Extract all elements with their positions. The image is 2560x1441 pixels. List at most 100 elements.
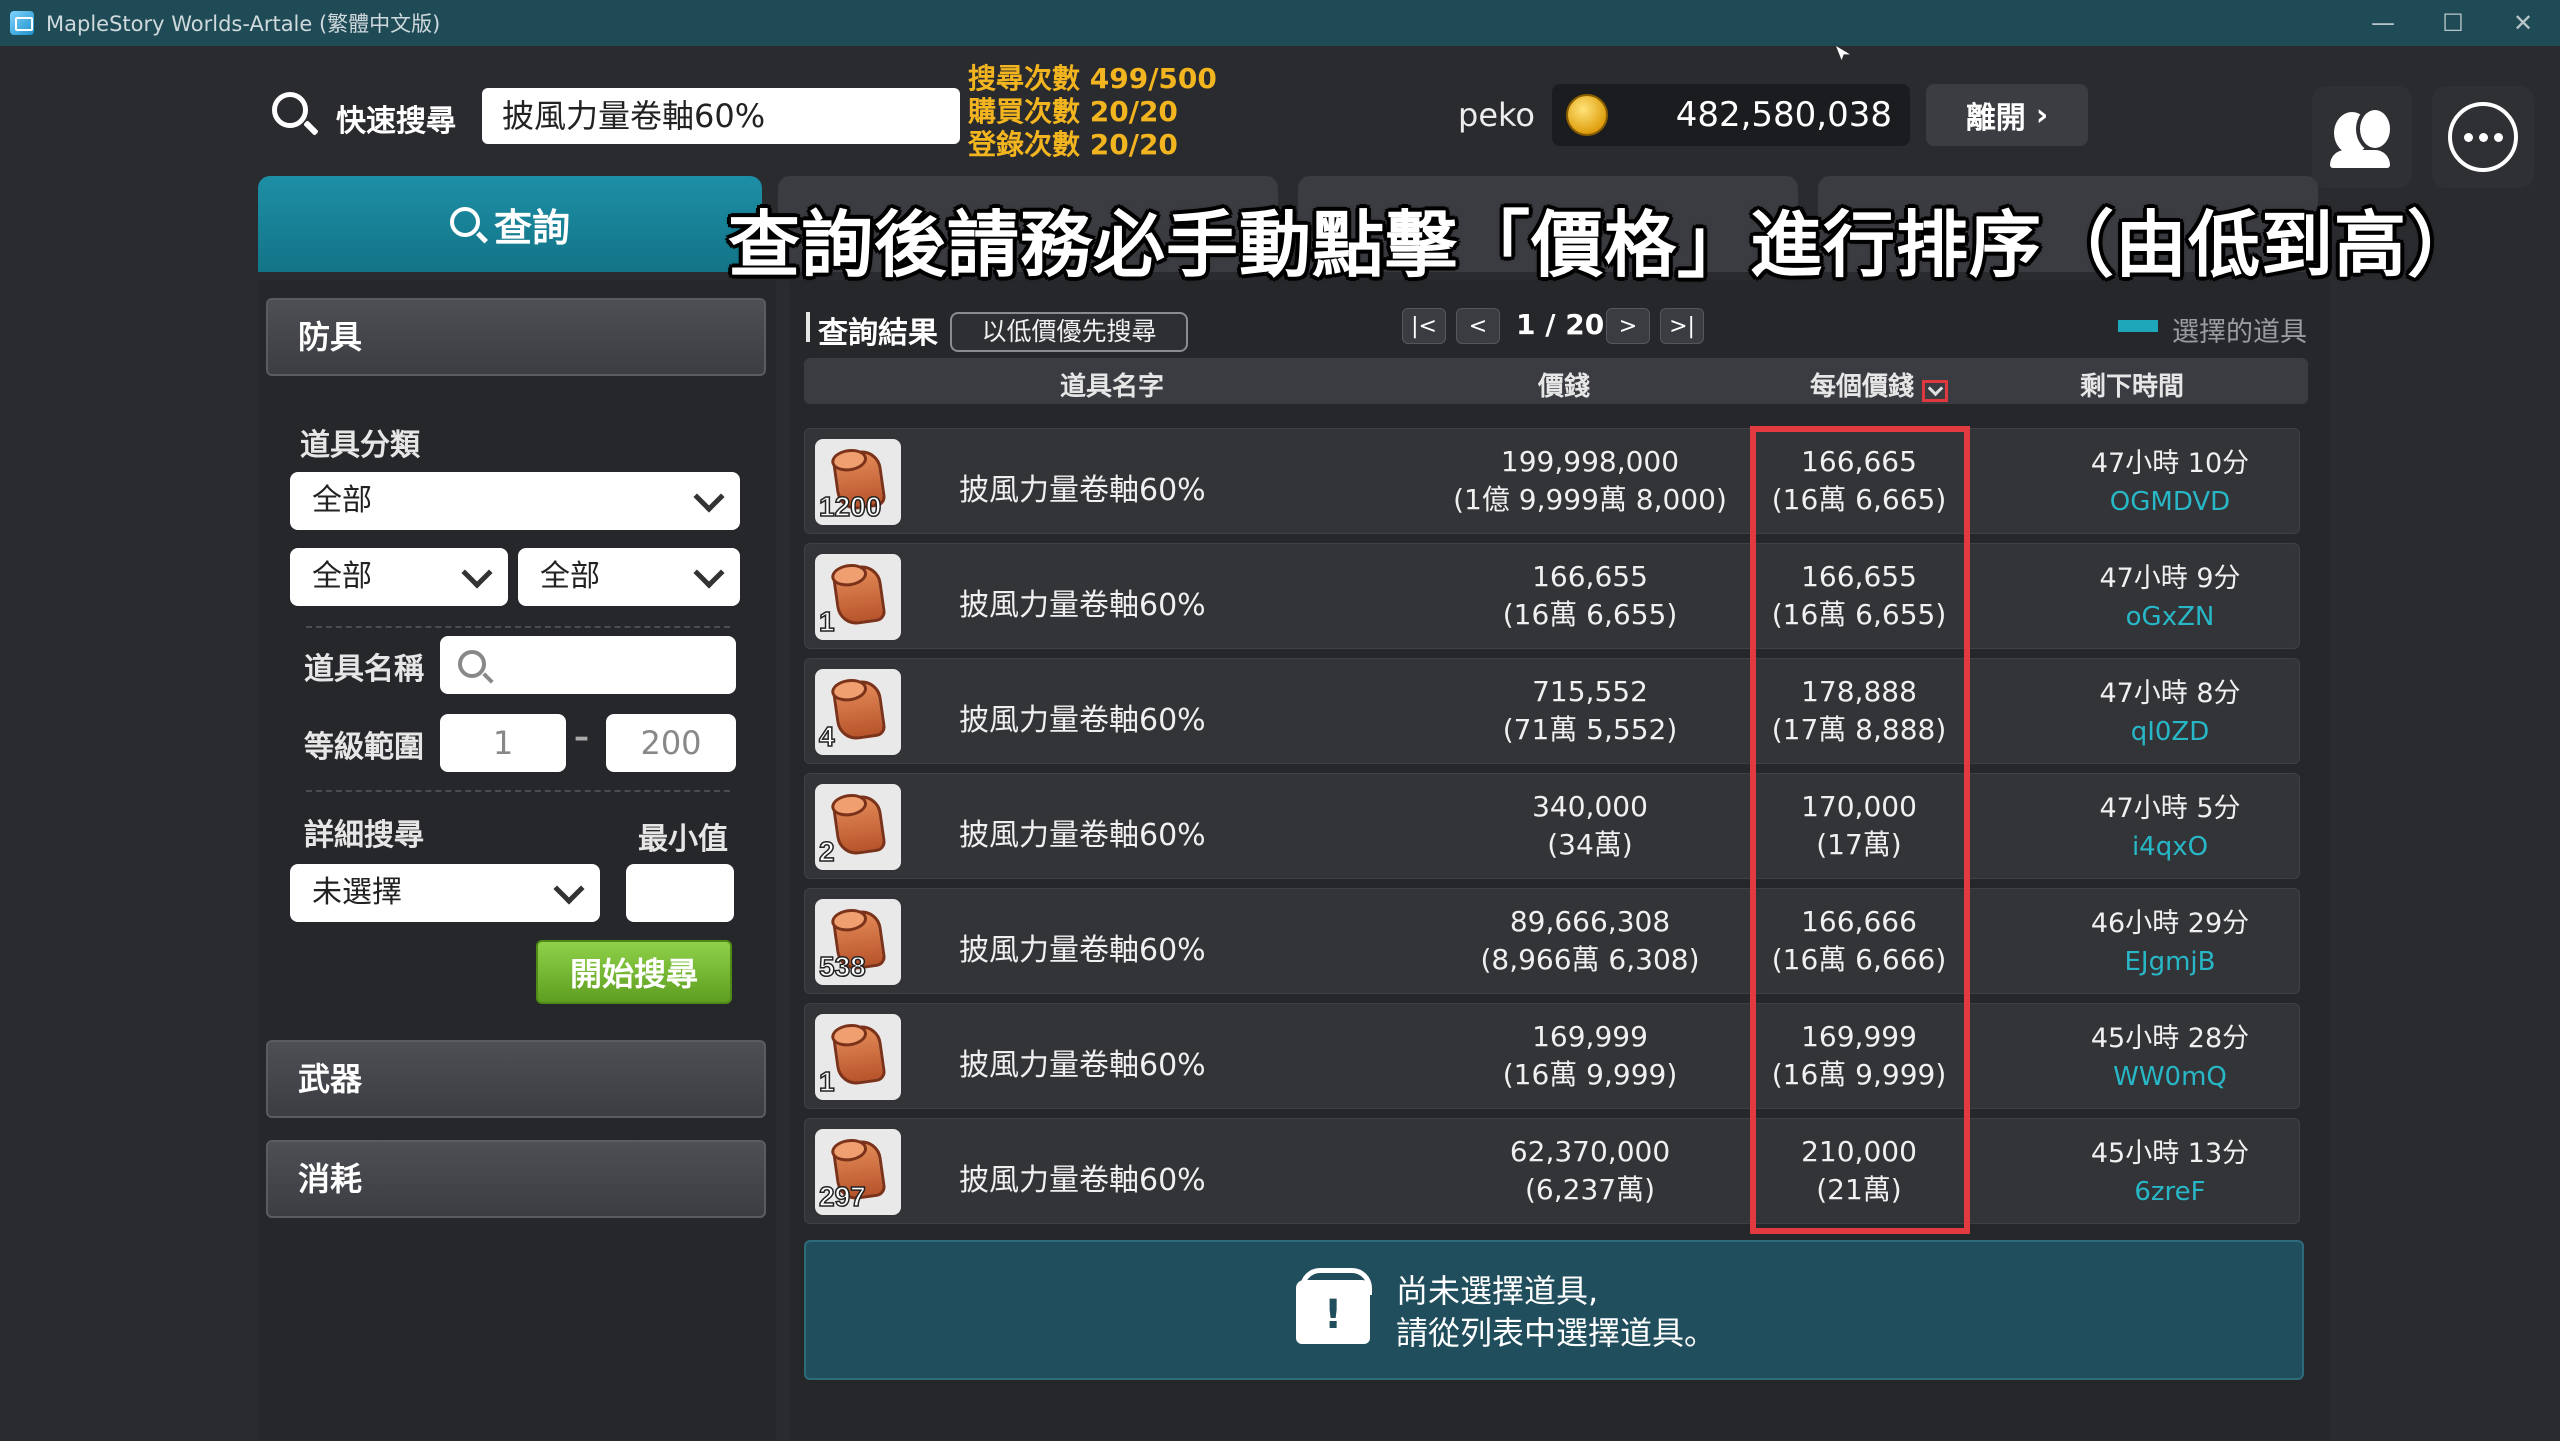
column-price[interactable]: 價錢 xyxy=(1538,366,1590,403)
time-left: 47小時 5分 xyxy=(2099,793,2241,824)
time-left: 47小時 10分 xyxy=(2090,448,2250,479)
table-row[interactable]: 1 披風力量卷軸60% 166,655 (16萬 6,655) 166,655 (16萬 … xyxy=(804,543,2300,649)
detail-option-select[interactable]: 未選擇 xyxy=(290,864,600,922)
low-price-first-button[interactable]: 以低價優先搜尋 xyxy=(950,312,1188,352)
time-cell: 45小時 28分 WW0mQ xyxy=(2045,1020,2295,1096)
leave-button[interactable]: 離開 › xyxy=(1926,84,2088,146)
subcategory-select-2[interactable]: 全部 xyxy=(518,548,740,606)
time-left: 45小時 13分 xyxy=(2090,1138,2250,1169)
first-page-button[interactable]: |< xyxy=(1402,308,1446,344)
minimize-button[interactable]: — xyxy=(2348,0,2418,46)
ellipsis-dot xyxy=(2463,132,2473,142)
item-quantity: 1200 xyxy=(818,490,882,523)
quick-search-label: 快速搜尋 xyxy=(336,104,456,139)
username: peko xyxy=(1458,96,1535,134)
price-readable: (16萬 6,655) xyxy=(1502,598,1678,631)
category-select[interactable]: 全部 xyxy=(290,472,740,530)
min-value-label: 最小值 xyxy=(638,822,728,857)
table-row[interactable]: 2 披風力量卷軸60% 340,000 (34萬) 170,000 (17萬) 47小時 5… xyxy=(804,773,2300,879)
item-quantity: 1 xyxy=(818,1065,835,1098)
table-row[interactable]: 1200 披風力量卷軸60% 199,998,000 (1億 9,999萬 8,000… xyxy=(804,428,2300,534)
category-armor-header[interactable]: 防具 xyxy=(266,298,766,376)
last-page-button[interactable]: >| xyxy=(1660,308,1704,344)
price-readable: (1億 9,999萬 8,000) xyxy=(1453,483,1727,516)
purchase-count: 購買次數 20/20 xyxy=(968,95,1178,128)
register-count: 登錄次數 20/20 xyxy=(968,128,1178,161)
subcategory-1-value: 全部 xyxy=(312,559,372,594)
item-name: 披風力量卷軸60% xyxy=(959,818,1206,853)
item-name: 披風力量卷軸60% xyxy=(959,933,1206,968)
more-options-button[interactable] xyxy=(2432,86,2534,188)
scroll-item-icon: 2 xyxy=(815,784,901,870)
selected-legend-swatch xyxy=(2118,320,2158,332)
friends-button[interactable] xyxy=(2312,86,2412,188)
time-cell: 45小時 13分 6zreF xyxy=(2045,1135,2295,1211)
scroll-item-icon: 4 xyxy=(815,669,901,755)
scroll-icon xyxy=(831,562,887,628)
tab-search[interactable]: 查詢 xyxy=(258,176,762,272)
next-page-button[interactable]: > xyxy=(1606,308,1650,344)
column-name[interactable]: 道具名字 xyxy=(1060,366,1164,403)
level-range-dash: – xyxy=(574,720,589,755)
time-left: 47小時 9分 xyxy=(2099,563,2241,594)
time-left: 46小時 29分 xyxy=(2090,908,2250,939)
warning-mark: ! xyxy=(1324,1292,1343,1338)
item-quantity: 538 xyxy=(818,950,866,983)
prev-page-button[interactable]: < xyxy=(1456,308,1500,344)
category-weapon-header[interactable]: 武器 xyxy=(266,1040,766,1118)
quick-search-input[interactable]: 披風力量卷軸60% xyxy=(482,88,960,144)
price-value: 340,000 xyxy=(1532,790,1648,823)
price-value: 169,999 xyxy=(1532,1020,1648,1053)
level-min-input[interactable]: 1 xyxy=(440,714,566,772)
table-row[interactable]: 297 披風力量卷軸60% 62,370,000 (6,237萬) 210,000 (21… xyxy=(804,1118,2300,1224)
window-titlebar: MapleStory Worlds-Artale (繁體中文版) — ☐ ✕ xyxy=(0,0,2560,46)
item-name: 披風力量卷軸60% xyxy=(959,703,1206,738)
min-value-input[interactable] xyxy=(626,864,734,922)
table-row[interactable]: 4 披風力量卷軸60% 715,552 (71萬 5,552) 178,888 (17萬 … xyxy=(804,658,2300,764)
seller-name: OGMDVD xyxy=(2109,487,2231,517)
seller-name: EJgmjB xyxy=(2124,947,2216,977)
quick-search-icon xyxy=(272,92,308,128)
price-readable: (6,237萬) xyxy=(1524,1173,1655,1206)
selected-item-legend: 選擇的道具 xyxy=(2172,317,2307,348)
table-row[interactable]: 538 披風力量卷軸60% 89,666,308 (8,966萬 6,308) 166,… xyxy=(804,888,2300,994)
table-row[interactable]: 1 披風力量卷軸60% 169,999 (16萬 9,999) 169,999 (16萬 … xyxy=(804,1003,2300,1109)
level-range-label: 等級範圍 xyxy=(304,730,424,765)
lock-warning-icon: ! xyxy=(1296,1268,1372,1344)
item-name: 披風力量卷軸60% xyxy=(959,1048,1206,1083)
item-quantity: 297 xyxy=(818,1180,866,1213)
subcategory-select-1[interactable]: 全部 xyxy=(290,548,508,606)
item-name: 披風力量卷軸60% xyxy=(959,473,1206,508)
scroll-item-icon: 297 xyxy=(815,1129,901,1215)
category-consume-header[interactable]: 消耗 xyxy=(266,1140,766,1218)
category-select-value: 全部 xyxy=(312,483,372,518)
scroll-item-icon: 538 xyxy=(815,899,901,985)
time-left: 47小時 8分 xyxy=(2099,678,2241,709)
meso-amount: 482,580,038 xyxy=(1675,95,1892,135)
price-value: 89,666,308 xyxy=(1509,905,1671,938)
item-name: 披風力量卷軸60% xyxy=(959,588,1206,623)
item-quantity: 1 xyxy=(818,605,835,638)
seller-name: qI0ZD xyxy=(2130,717,2210,747)
maximize-button[interactable]: ☐ xyxy=(2418,0,2488,46)
divider xyxy=(306,626,730,628)
window-title: MapleStory Worlds-Artale (繁體中文版) xyxy=(46,12,441,36)
price-cell: 169,999 (16萬 9,999) xyxy=(1425,1018,1755,1094)
column-time-left[interactable]: 剩下時間 xyxy=(2080,366,2184,403)
leave-button-label: 離開 xyxy=(1965,101,2026,136)
column-unit-price[interactable]: 每個價錢 xyxy=(1810,366,1914,403)
start-search-button[interactable]: 開始搜尋 xyxy=(536,940,732,1004)
price-readable: (71萬 5,552) xyxy=(1502,713,1678,746)
scroll-item-icon: 1 xyxy=(815,554,901,640)
info-line-1: 尚未選擇道具, xyxy=(1396,1272,1599,1310)
sort-dropdown-icon[interactable] xyxy=(1922,380,1948,402)
ellipsis-icon xyxy=(2448,102,2518,172)
info-line-2: 請從列表中選擇道具。 xyxy=(1396,1314,1717,1352)
selection-info-text: 尚未選擇道具, 請從列表中選擇道具。 xyxy=(1396,1270,1716,1354)
level-max-input[interactable]: 200 xyxy=(606,714,736,772)
close-button[interactable]: ✕ xyxy=(2488,0,2558,46)
app-icon xyxy=(10,11,34,35)
item-name: 披風力量卷軸60% xyxy=(959,1163,1206,1198)
seller-name: oGxZN xyxy=(2125,602,2215,632)
meso-balance: 482,580,038 xyxy=(1552,84,1910,146)
